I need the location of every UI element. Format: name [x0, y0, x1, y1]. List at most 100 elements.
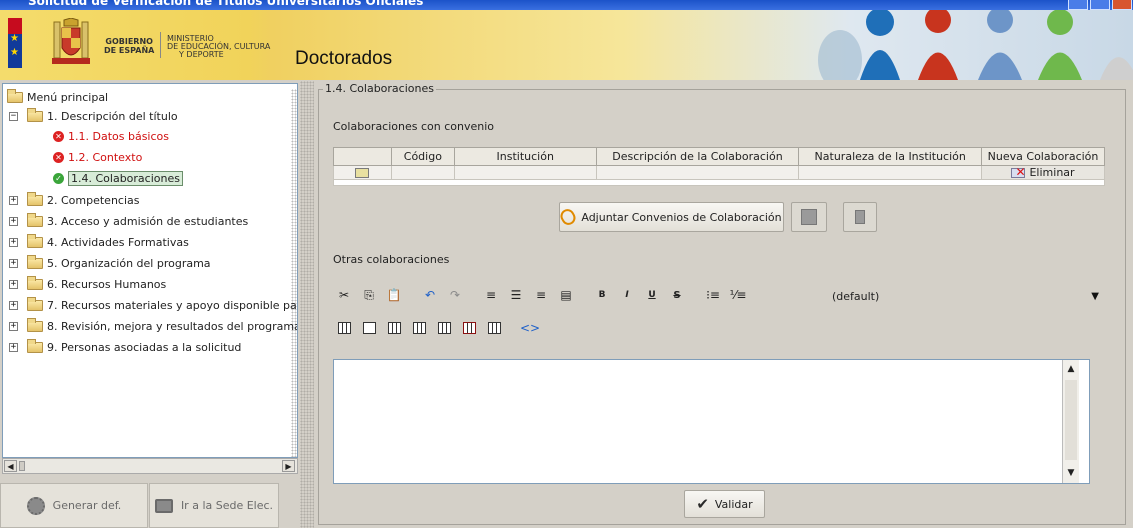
column-header-edit — [333, 147, 392, 166]
delete-cell[interactable]: Eliminar — [981, 165, 1105, 180]
close-button[interactable] — [1112, 0, 1132, 10]
descripcion-cell[interactable] — [595, 165, 800, 180]
split-cells-icon[interactable] — [483, 317, 505, 339]
tree-item-colaboraciones[interactable]: ✓ 1.4. Colaboraciones — [53, 169, 183, 187]
delete-row-button[interactable]: Eliminar — [1029, 166, 1074, 179]
gear-icon — [26, 496, 45, 515]
trash-icon — [855, 210, 865, 224]
go-to-sede-button[interactable]: Ir a la Sede Elec. — [149, 483, 279, 528]
strikethrough-icon[interactable]: S — [666, 284, 688, 306]
generate-label: Generar def. — [52, 499, 122, 512]
tree-item-label: 3. Acceso y admisión de estudiantes — [47, 214, 249, 228]
copy-icon[interactable]: ⎘ — [358, 284, 380, 306]
editor-toolbar-row-1: ✂ ⎘ 📋 ↶ ↷ ≡ ☰ ≡ ▤ B I U S ⁝≡ ⅟≡ — [333, 284, 752, 306]
panel-splitter[interactable] — [300, 81, 314, 528]
source-code-icon[interactable]: <> — [519, 317, 541, 339]
tree-item-label: 5. Organización del programa — [47, 256, 211, 270]
generate-definitive-button[interactable]: Generar def. — [0, 483, 148, 528]
expand-icon[interactable]: + — [9, 238, 18, 247]
tree-item-label: 7. Recursos materiales y apoyo disponibl… — [47, 298, 298, 312]
bold-icon[interactable]: B — [591, 284, 613, 306]
insert-table-icon[interactable] — [333, 317, 355, 339]
expand-icon[interactable]: + — [9, 196, 18, 205]
column-header-descripcion[interactable]: Descripción de la Colaboración — [595, 147, 800, 166]
validate-button[interactable]: ✔ Validar — [684, 490, 765, 518]
tree-item-label: 1.4. Colaboraciones — [68, 170, 183, 186]
underline-icon[interactable]: U — [641, 284, 663, 306]
tree-item-revision[interactable]: 8. Revisión, mejora y resultados del pro… — [27, 317, 298, 335]
align-right-icon[interactable]: ≡ — [530, 284, 552, 306]
tree-item-label: 1.2. Contexto — [68, 150, 143, 164]
column-header-nueva[interactable]: Nueva Colaboración — [981, 147, 1105, 166]
tree-item-actividades[interactable]: 4. Actividades Formativas — [27, 233, 189, 251]
align-center-icon[interactable]: ☰ — [505, 284, 527, 306]
expand-icon[interactable]: + — [9, 259, 18, 268]
tree-item-competencias[interactable]: 2. Competencias — [27, 191, 140, 209]
editor-vertical-scrollbar[interactable]: ▲ ▼ — [1062, 360, 1079, 483]
scroll-right-icon[interactable]: ▶ — [282, 460, 295, 472]
editor-toolbar-row-2: <> — [333, 317, 544, 339]
delete-attachment-button[interactable] — [843, 202, 877, 232]
paste-icon[interactable]: 📋 — [383, 284, 405, 306]
tree-item-datos-basicos[interactable]: ✕ 1.1. Datos básicos — [53, 127, 169, 145]
tree-root[interactable]: Menú principal — [7, 88, 108, 106]
delete-column-icon[interactable] — [408, 317, 430, 339]
font-family-select[interactable]: (default) ▼ — [826, 285, 1105, 307]
tree-item-label: 4. Actividades Formativas — [47, 235, 189, 249]
edit-icon[interactable] — [355, 168, 370, 178]
align-left-icon[interactable]: ≡ — [480, 284, 502, 306]
delete-row-icon[interactable] — [433, 317, 455, 339]
window-title: Solicitud de Verificación de Títulos Uni… — [28, 0, 424, 8]
scroll-thumb[interactable] — [19, 461, 25, 471]
undo-icon[interactable]: ↶ — [419, 284, 441, 306]
chevron-down-icon[interactable]: ▼ — [1091, 291, 1099, 302]
tree-root-label: Menú principal — [27, 90, 109, 104]
tree-item-recursos-materiales[interactable]: 7. Recursos materiales y apoyo disponibl… — [27, 296, 298, 314]
min-line-3: Y DEPORTE — [179, 50, 224, 59]
attach-agreements-button[interactable]: Adjuntar Convenios de Colaboración — [558, 202, 784, 232]
tree-item-recursos-humanos[interactable]: 6. Recursos Humanos — [27, 275, 166, 293]
expand-icon[interactable]: + — [9, 343, 18, 352]
bullet-list-icon[interactable]: ⁝≡ — [702, 284, 724, 306]
tree-item-label: 8. Revisión, mejora y resultados del pro… — [47, 319, 298, 333]
column-header-codigo[interactable]: Código — [390, 147, 455, 166]
scroll-up-icon[interactable]: ▲ — [1064, 362, 1078, 376]
paperclip-icon — [558, 206, 579, 228]
merge-cells-icon[interactable] — [458, 317, 480, 339]
save-attachment-button[interactable] — [791, 202, 827, 232]
expand-icon[interactable]: + — [9, 301, 18, 310]
expand-icon[interactable]: + — [9, 217, 18, 226]
tree-item-organizacion[interactable]: 5. Organización del programa — [27, 254, 211, 272]
header-decoration-figures — [818, 10, 1133, 80]
align-justify-icon[interactable]: ▤ — [555, 284, 577, 306]
institucion-cell[interactable] — [453, 165, 597, 180]
scroll-track[interactable] — [1065, 380, 1077, 460]
column-header-institucion[interactable]: Institución — [453, 147, 597, 166]
tree-item-acceso[interactable]: 3. Acceso y admisión de estudiantes — [27, 212, 248, 230]
tree-item-contexto[interactable]: ✕ 1.2. Contexto — [53, 148, 142, 166]
otras-colaboraciones-editor[interactable] — [333, 359, 1090, 484]
scroll-left-icon[interactable]: ◀ — [4, 460, 17, 472]
tree-item-personas[interactable]: 9. Personas asociadas a la solicitud — [27, 338, 241, 356]
cut-icon[interactable]: ✂ — [333, 284, 355, 306]
redo-icon[interactable]: ↷ — [444, 284, 466, 306]
expand-icon[interactable]: + — [9, 280, 18, 289]
collapse-icon[interactable]: − — [9, 112, 18, 121]
tree-horizontal-scrollbar[interactable]: ◀ ▶ — [2, 458, 298, 474]
edit-cell[interactable] — [333, 165, 392, 180]
colaboraciones-fieldset: 1.4. Colaboraciones Colaboraciones con c… — [318, 82, 1126, 525]
tree-item-descripcion[interactable]: 1. Descripción del título — [27, 107, 178, 125]
scroll-down-icon[interactable]: ▼ — [1064, 466, 1078, 480]
maximize-button[interactable] — [1090, 0, 1110, 10]
insert-row-icon[interactable] — [383, 317, 405, 339]
naturaleza-cell[interactable] — [798, 165, 983, 180]
numbered-list-icon[interactable]: ⅟≡ — [727, 284, 749, 306]
insert-column-icon[interactable] — [358, 317, 380, 339]
italic-icon[interactable]: I — [616, 284, 638, 306]
sede-label: Ir a la Sede Elec. — [180, 499, 274, 512]
expand-icon[interactable]: + — [9, 322, 18, 331]
minimize-button[interactable] — [1068, 0, 1088, 10]
codigo-cell[interactable] — [390, 165, 455, 180]
column-header-naturaleza[interactable]: Naturaleza de la Institución — [798, 147, 983, 166]
open-folder-icon — [7, 88, 23, 103]
